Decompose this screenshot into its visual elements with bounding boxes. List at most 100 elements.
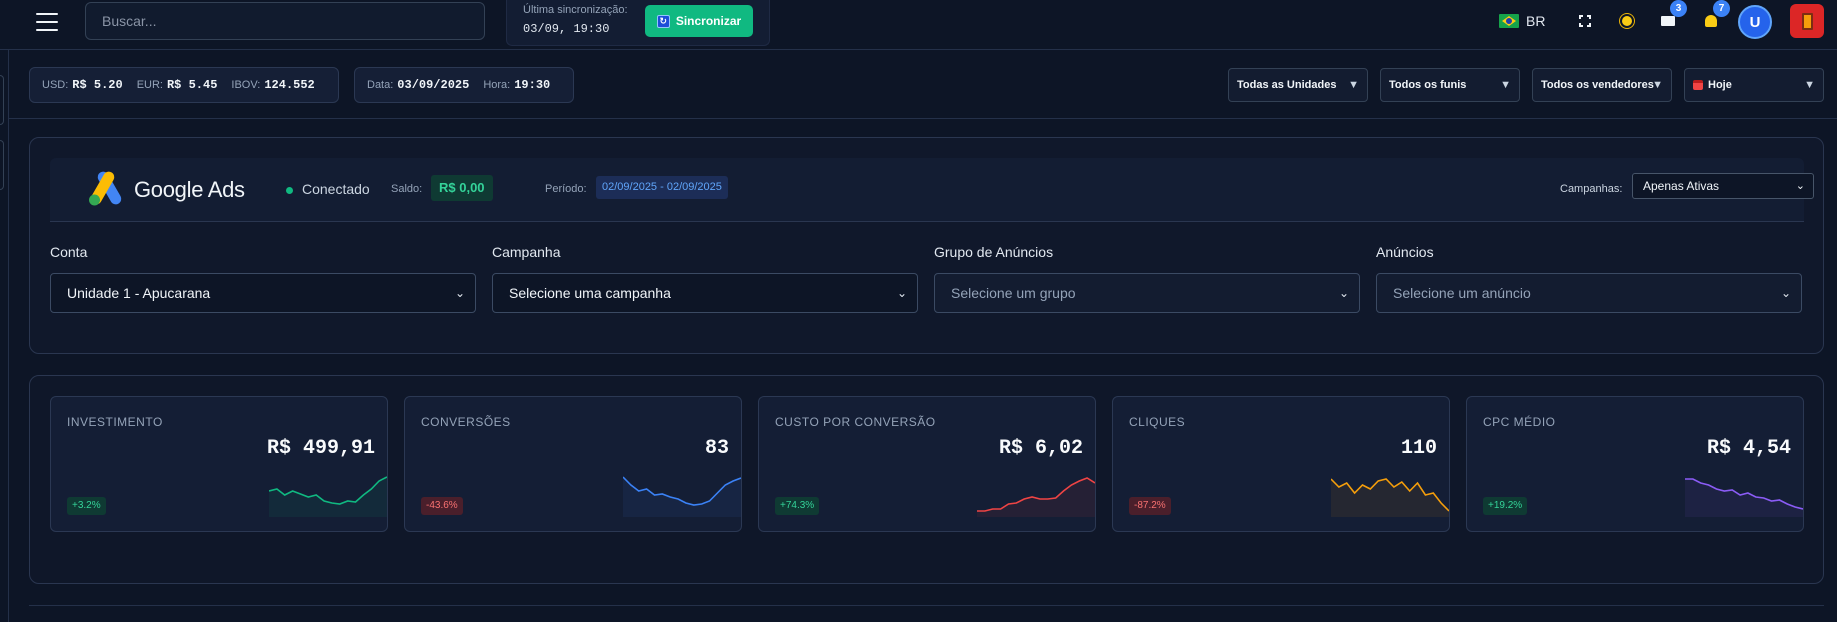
kpi-card-conversoes[interactable]: CONVERSÕES 83 -43.6% [404, 396, 742, 532]
funnel-filter[interactable]: Todos os funis ▼ [1380, 68, 1520, 102]
usd-label: USD: [42, 79, 69, 91]
notifications-button[interactable]: 7 [1700, 0, 1730, 32]
kpi-delta: +3.2% [67, 497, 106, 515]
google-ads-logo-icon [89, 171, 122, 206]
campanhas-label: Campanhas: [1560, 183, 1623, 195]
mail-icon [1661, 16, 1675, 26]
kpi-card-cliques[interactable]: CLIQUES 110 -87.2% [1112, 396, 1450, 532]
google-ads-title: Google Ads [134, 177, 245, 202]
refresh-icon: ↻ [656, 14, 670, 28]
periodo-label: Período: [545, 183, 587, 195]
sparkline-chart [1685, 478, 1803, 517]
logout-button[interactable] [1790, 4, 1824, 38]
grupo-label: Grupo de Anúncios [934, 244, 1054, 260]
chevron-down-icon: ⌄ [454, 286, 465, 300]
left-edge-tab[interactable] [0, 75, 4, 125]
chevron-down-icon: ⌄ [896, 286, 907, 300]
datetime-display: Data: 03/09/2025 Hora: 19:30 [354, 67, 574, 103]
sparkline-area [1685, 479, 1803, 517]
unit-filter-label: Todas as Unidades [1237, 79, 1337, 91]
kpi-card-cpc-medio[interactable]: CPC MÉDIO R$ 4,54 +19.2% [1466, 396, 1804, 532]
eur-value: R$ 5.45 [166, 78, 218, 92]
kpi-value: 83 [704, 437, 729, 460]
kpi-title: CPC MÉDIO [1483, 415, 1556, 429]
eur-label: EUR: [136, 79, 163, 91]
campanhas-select-value: Apenas Ativas [1643, 179, 1720, 193]
periodo-value: 02/09/2025 - 02/09/2025 [596, 176, 728, 199]
seller-filter-label: Todos os vendedores [1541, 79, 1654, 91]
kpi-value: R$ 6,02 [998, 437, 1083, 460]
kpi-value: R$ 499,91 [266, 437, 375, 460]
time-value: 19:30 [514, 78, 551, 92]
language-label: BR [1526, 13, 1546, 29]
currency-ticker: USD: R$ 5.20 EUR: R$ 5.45 IBOV: 124.552 [29, 67, 339, 103]
google-ads-panel: Google Ads Conectado Saldo: R$ 0,00 Perí… [29, 137, 1824, 354]
conta-select-value: Unidade 1 - Apucarana [67, 285, 211, 301]
top-bar: Última sincronização: 03/09, 19:30 ↻ Sin… [0, 0, 1837, 50]
grupo-select[interactable]: Selecione um grupo ⌄ [934, 273, 1360, 313]
sparkline-chart [977, 477, 1095, 517]
sync-button[interactable]: ↻ Sincronizar [645, 5, 753, 37]
avatar[interactable]: U [1738, 5, 1772, 39]
sun-icon [1622, 16, 1632, 26]
menu-icon[interactable] [36, 13, 58, 31]
date-label: Data: [367, 79, 394, 91]
sync-time: 03/09, 19:30 [523, 22, 610, 36]
date-filter-label: Hoje [1708, 79, 1732, 91]
sync-label: Última sincronização: [523, 4, 628, 16]
messages-button[interactable]: 3 [1657, 0, 1687, 32]
unit-filter[interactable]: Todas as Unidades ▼ [1228, 68, 1368, 102]
kpi-delta: +74.3% [775, 497, 820, 515]
theme-toggle[interactable] [1616, 10, 1638, 32]
anuncio-select[interactable]: Selecione um anúncio ⌄ [1376, 273, 1802, 313]
kpi-title: CLIQUES [1129, 415, 1186, 429]
date-filter[interactable]: Hoje ▼ [1684, 68, 1824, 102]
sparkline-chart [623, 476, 741, 517]
notifications-badge: 7 [1713, 0, 1730, 17]
language-selector[interactable]: BR [1499, 12, 1545, 30]
left-edge-tab[interactable] [0, 140, 4, 190]
conta-select[interactable]: Unidade 1 - Apucarana ⌄ [50, 273, 476, 313]
messages-badge: 3 [1670, 0, 1687, 17]
kpi-card-investimento[interactable]: INVESTIMENTO R$ 499,91 +3.2% [50, 396, 388, 532]
conta-label: Conta [50, 244, 88, 260]
chevron-down-icon: ⌄ [1780, 286, 1791, 300]
caret-down-icon: ▼ [1652, 79, 1663, 91]
divider [29, 605, 1824, 606]
kpi-panel: INVESTIMENTO R$ 499,91 +3.2% CONVERSÕES … [29, 375, 1824, 584]
calendar-icon [1693, 80, 1703, 90]
campanha-select-value: Selecione uma campanha [509, 285, 671, 301]
ibov-value: 124.552 [264, 78, 315, 92]
campanha-select[interactable]: Selecione uma campanha ⌄ [492, 273, 918, 313]
anuncios-label: Anúncios [1376, 244, 1434, 260]
door-icon [1801, 12, 1813, 30]
usd-value: R$ 5.20 [72, 78, 123, 92]
fullscreen-icon [1579, 15, 1591, 27]
kpi-delta: -43.6% [421, 497, 463, 515]
ibov-label: IBOV: [231, 79, 261, 91]
sparkline-chart [269, 476, 387, 517]
time-label: Hora: [483, 79, 511, 91]
sync-panel: Última sincronização: 03/09, 19:30 ↻ Sin… [506, 0, 770, 46]
kpi-delta: +19.2% [1483, 497, 1528, 515]
caret-down-icon: ▼ [1804, 79, 1815, 91]
saldo-label: Saldo: [391, 183, 423, 195]
caret-down-icon: ▼ [1348, 79, 1359, 91]
bell-icon [1705, 15, 1717, 27]
kpi-value: R$ 4,54 [1706, 437, 1791, 460]
google-ads-header: Google Ads Conectado Saldo: R$ 0,00 Perí… [50, 158, 1814, 222]
kpi-title: CONVERSÕES [421, 415, 511, 429]
info-bar: USD: R$ 5.20 EUR: R$ 5.45 IBOV: 124.552 … [9, 51, 1837, 119]
grupo-select-value: Selecione um grupo [951, 285, 1076, 301]
kpi-value: 110 [1400, 437, 1437, 460]
chevron-down-icon: ⌄ [1795, 180, 1805, 192]
status-dot-icon [286, 187, 293, 194]
campanhas-select[interactable]: Apenas Ativas ⌄ [1632, 173, 1814, 199]
anuncio-select-value: Selecione um anúncio [1393, 285, 1531, 301]
search-input[interactable] [85, 2, 485, 40]
seller-filter[interactable]: Todos os vendedores ▼ [1532, 68, 1672, 102]
kpi-card-custo-conversao[interactable]: CUSTO POR CONVERSÃO R$ 6,02 +74.3% [758, 396, 1096, 532]
kpi-title: CUSTO POR CONVERSÃO [775, 415, 936, 429]
caret-down-icon: ▼ [1500, 79, 1511, 91]
fullscreen-button[interactable] [1574, 10, 1596, 32]
